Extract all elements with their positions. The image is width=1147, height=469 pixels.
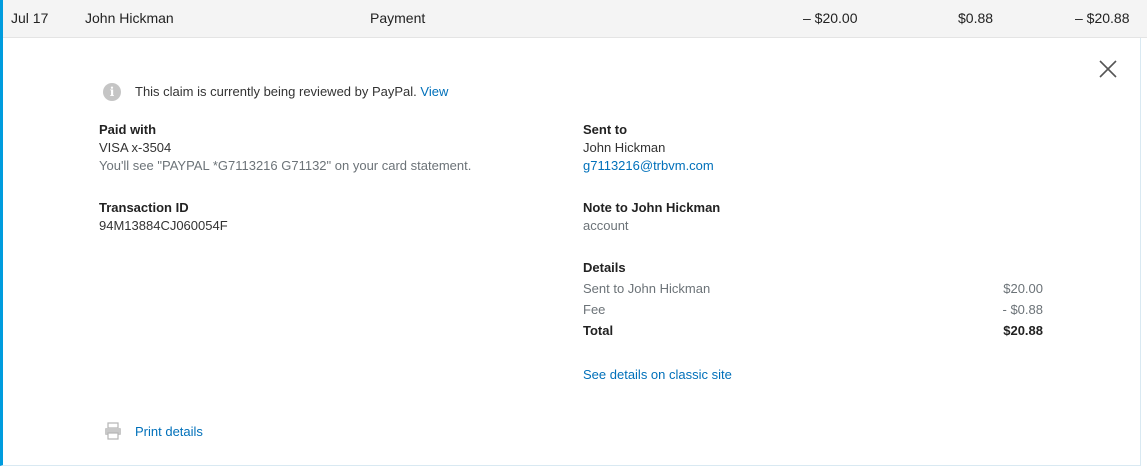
details-row-label: Total bbox=[583, 323, 614, 338]
sent-to-email-link[interactable]: g7113216@trbvm.com bbox=[583, 157, 714, 175]
row-accent-bar bbox=[0, 0, 3, 38]
details-row-amount: $20.88 bbox=[1003, 323, 1043, 338]
details-row-amount: $20.00 bbox=[1003, 281, 1043, 296]
transaction-id-value: 94M13884CJ060054F bbox=[99, 218, 228, 233]
details-row-label: Sent to John Hickman bbox=[583, 281, 711, 296]
details-row-sent: Sent to John Hickman $20.00 bbox=[583, 281, 1043, 301]
classic-site-link[interactable]: See details on classic site bbox=[583, 366, 732, 384]
paid-with-section: Paid with VISA x-3504 You'll see "PAYPAL… bbox=[99, 121, 471, 175]
printer-icon bbox=[105, 422, 121, 440]
details-row-label: Fee bbox=[583, 302, 606, 317]
sent-to-name: John Hickman bbox=[583, 140, 666, 155]
note-section: Note to John Hickman account bbox=[583, 199, 720, 235]
claim-notice-text: This claim is currently being reviewed b… bbox=[135, 84, 448, 99]
sent-to-section: Sent to John Hickman g7113216@trbvm.com bbox=[583, 121, 714, 175]
transaction-type: Payment bbox=[370, 10, 426, 26]
sent-to-label: Sent to bbox=[583, 122, 628, 137]
details-row-amount: - $0.88 bbox=[1002, 302, 1043, 317]
details-row-total: Total $20.88 bbox=[583, 323, 1043, 343]
info-icon: i bbox=[103, 83, 121, 101]
transaction-date: Jul 17 bbox=[11, 10, 49, 26]
transaction-detail-panel bbox=[0, 38, 1141, 466]
transaction-id-section: Transaction ID 94M13884CJ060054F bbox=[99, 199, 228, 235]
note-text: account bbox=[583, 218, 629, 233]
details-label: Details bbox=[583, 260, 626, 275]
note-label: Note to John Hickman bbox=[583, 200, 721, 215]
close-icon[interactable] bbox=[1097, 58, 1119, 80]
print-details-link[interactable]: Print details bbox=[135, 424, 203, 439]
details-row-fee: Fee - $0.88 bbox=[583, 302, 1043, 322]
claim-notice-message: This claim is currently being reviewed b… bbox=[135, 84, 417, 99]
paid-with-card: VISA x-3504 bbox=[99, 140, 172, 155]
transaction-summary-row[interactable]: Jul 17 John Hickman Payment – $20.00 $0.… bbox=[0, 0, 1147, 38]
transaction-fee: $0.88 bbox=[958, 10, 994, 26]
transaction-net: – $20.88 bbox=[1075, 10, 1130, 26]
paid-with-label: Paid with bbox=[99, 122, 157, 137]
transaction-id-label: Transaction ID bbox=[99, 200, 189, 215]
transaction-gross: – $20.00 bbox=[803, 10, 858, 26]
card-statement-note: You'll see "PAYPAL *G7113216 G71132" on … bbox=[99, 158, 472, 173]
claim-view-link[interactable]: View bbox=[420, 84, 448, 99]
transaction-counterparty: John Hickman bbox=[85, 10, 174, 26]
